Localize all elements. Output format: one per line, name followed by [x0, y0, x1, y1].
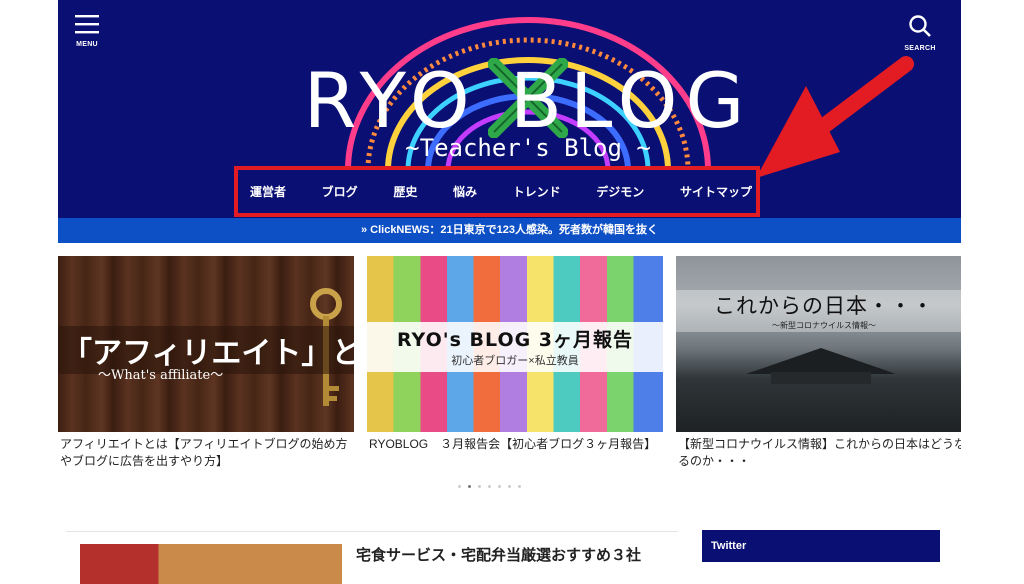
nav-item-sitemap[interactable]: サイトマップ	[680, 183, 752, 200]
menu-label: MENU	[76, 41, 98, 48]
slider-dot[interactable]	[458, 485, 461, 488]
shrine-roof-graphic	[746, 348, 896, 384]
post-thumbnail[interactable]	[80, 544, 342, 584]
card-caption[interactable]: アフィリエイトとは【アフィリエイトブログの始め方やブログに広告を出すやり方】	[58, 436, 354, 470]
nav-item-worries[interactable]: 悩み	[453, 183, 477, 200]
card-thumbnail[interactable]: 「アフィリエイト」とは ～What's affiliate～	[58, 256, 354, 432]
search-button[interactable]: SEARCH	[895, 14, 945, 52]
nav-item-trend[interactable]: トレンド	[513, 183, 561, 200]
featured-card-corona[interactable]: これからの日本・・・ ～新型コロナウイルス情報～ 【新型コロナウイルス情報】これ…	[676, 256, 961, 470]
slider-dot[interactable]	[498, 485, 501, 488]
slider-dot[interactable]	[508, 485, 511, 488]
card-caption[interactable]: 【新型コロナウイルス情報】これからの日本はどうなるのか・・・	[676, 436, 961, 470]
search-icon	[909, 15, 931, 37]
hamburger-icon	[75, 15, 99, 34]
menu-button[interactable]: MENU	[62, 14, 112, 48]
nav-item-operator[interactable]: 運営者	[250, 183, 286, 200]
site-header: MENU SEARCH RYO BLOG ~Teacher's Blog ~ 運…	[58, 0, 961, 218]
card-thumb-banner: これからの日本・・・ ～新型コロナウイルス情報～	[676, 290, 961, 332]
twitter-widget-header: Twitter	[702, 530, 940, 562]
featured-card-report[interactable]: RYO's BLOG 3ヶ月報告 初心者ブロガー×私立教員 RYOBLOG ３月…	[367, 256, 663, 453]
slider-dot[interactable]	[478, 485, 481, 488]
slider-dot[interactable]	[518, 485, 521, 488]
logo-subtitle: ~Teacher's Blog ~	[405, 134, 651, 162]
featured-slider: 「アフィリエイト」とは ～What's affiliate～ アフィリエイトとは…	[58, 256, 961, 476]
card-caption[interactable]: RYOBLOG ３月報告会【初心者ブログ３ヶ月報告】	[367, 436, 663, 453]
site-logo[interactable]: RYO BLOG ~Teacher's Blog ~	[248, 10, 808, 170]
section-divider	[66, 531, 678, 532]
card-thumb-banner: RYO's BLOG 3ヶ月報告 初心者ブロガー×私立教員	[367, 322, 663, 372]
logo-title: RYO BLOG	[303, 56, 753, 145]
slider-dot-active[interactable]	[468, 485, 471, 488]
slider-dot[interactable]	[488, 485, 491, 488]
card-thumb-title: RYO's BLOG 3ヶ月報告	[396, 329, 634, 351]
news-ticker[interactable]: » ClickNEWS：21日東京で123人感染。死者数が韓国を抜く	[58, 218, 961, 243]
search-label: SEARCH	[904, 45, 936, 52]
main-nav: 運営者 ブログ 歴史 悩み トレンド デジモン サイトマップ	[234, 166, 760, 217]
card-thumb-subtitle: ～What's affiliate～	[98, 368, 224, 383]
page: MENU SEARCH RYO BLOG ~Teacher's Blog ~ 運…	[58, 0, 961, 584]
card-thumbnail[interactable]: RYO's BLOG 3ヶ月報告 初心者ブロガー×私立教員	[367, 256, 663, 432]
nav-item-history[interactable]: 歴史	[393, 183, 417, 200]
post-title[interactable]: 宅食サービス・宅配弁当厳選おすすめ３社	[356, 544, 676, 568]
card-thumb-subtitle: 初心者ブロガー×私立教員	[451, 355, 579, 367]
featured-card-affiliate[interactable]: 「アフィリエイト」とは ～What's affiliate～ アフィリエイトとは…	[58, 256, 354, 470]
card-thumbnail[interactable]: これからの日本・・・ ～新型コロナウイルス情報～	[676, 256, 961, 432]
card-thumb-subtitle: ～新型コロナウイルス情報～	[772, 321, 876, 330]
slider-dots[interactable]	[458, 485, 548, 491]
nav-item-digimon[interactable]: デジモン	[596, 183, 644, 200]
nav-item-blog[interactable]: ブログ	[322, 183, 358, 200]
card-thumb-title: これからの日本・・・	[714, 294, 934, 318]
